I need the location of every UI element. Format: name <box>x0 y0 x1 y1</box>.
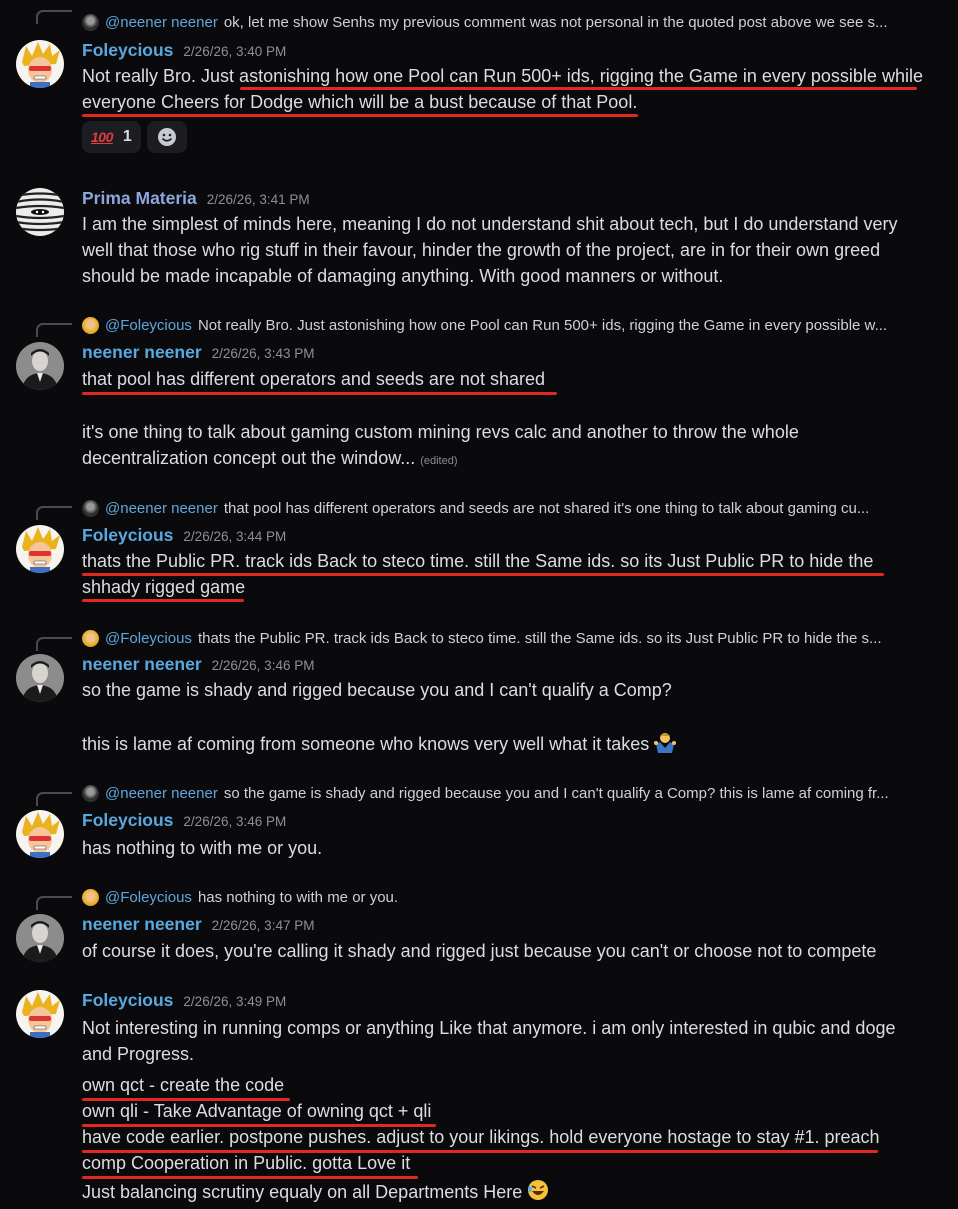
message-text: decentralization concept out the window.… <box>82 448 416 468</box>
reply-preview[interactable]: @Foleycious thats the Public PR. track i… <box>82 628 942 648</box>
author-name[interactable]: Foleycious <box>82 525 173 546</box>
message-line: it's one thing to talk about gaming cust… <box>82 422 799 442</box>
message-line: shhady rigged game <box>82 577 246 597</box>
author-name[interactable]: neener neener <box>82 342 202 363</box>
reply-text: ok, let me show Senhs my previous commen… <box>223 13 888 31</box>
red-underline <box>82 599 244 602</box>
reply-avatar <box>82 13 99 31</box>
author-name[interactable]: neener neener <box>82 914 202 935</box>
author-name[interactable]: neener neener <box>82 654 202 675</box>
reply-mention[interactable]: @Foleycious <box>105 317 192 334</box>
message-line: Not really Bro. Just astonishing how one… <box>82 66 923 86</box>
message-line: so the game is shady and rigged because … <box>82 680 672 700</box>
red-underline <box>82 392 557 395</box>
message-line: Not interesting in running comps or anyt… <box>82 1018 896 1038</box>
reply-connector <box>36 10 72 24</box>
avatar[interactable] <box>16 525 64 573</box>
timestamp: 2/26/26, 3:43 PM <box>211 346 315 361</box>
add-reaction-button[interactable] <box>146 121 187 153</box>
message-line: I am the simplest of minds here, meaning… <box>82 214 898 234</box>
smiley-icon <box>157 128 176 146</box>
reply-mention[interactable]: @Foleycious <box>105 630 192 647</box>
message-line: and Progress. <box>82 1044 195 1064</box>
message-header: Foleycious 2/26/26, 3:44 PM <box>82 525 286 549</box>
avatar[interactable] <box>16 990 64 1038</box>
reactions-bar: 100 1 <box>82 121 187 153</box>
message-line: have code earlier. postpone pushes. adju… <box>82 1127 880 1147</box>
reply-text: thats the Public PR. track ids Back to s… <box>197 629 882 647</box>
message-header: neener neener 2/26/26, 3:47 PM <box>82 914 314 938</box>
timestamp: 2/26/26, 3:46 PM <box>183 814 287 829</box>
message-line: this is lame af coming from someone who … <box>82 730 677 756</box>
timestamp: 2/26/26, 3:46 PM <box>211 658 315 673</box>
reply-avatar <box>82 784 99 802</box>
message-header: Foleycious 2/26/26, 3:46 PM <box>82 810 286 834</box>
message-line: well that those who rig stuff in their f… <box>82 240 881 260</box>
timestamp: 2/26/26, 3:40 PM <box>183 44 287 59</box>
author-name[interactable]: Prima Materia <box>82 188 197 209</box>
message-header: Foleycious 2/26/26, 3:49 PM <box>82 990 286 1014</box>
message-header: neener neener 2/26/26, 3:43 PM <box>82 342 314 366</box>
avatar[interactable] <box>16 914 64 962</box>
reply-avatar <box>82 316 99 334</box>
reply-text: has nothing to with me or you. <box>197 888 399 906</box>
reply-mention[interactable]: @neener neener <box>105 500 218 517</box>
edited-label: (edited) <box>420 455 458 467</box>
shrug-emoji-icon <box>653 730 677 761</box>
author-name[interactable]: Foleycious <box>82 990 173 1011</box>
reply-connector <box>36 792 72 806</box>
reply-connector <box>36 896 72 910</box>
author-name[interactable]: Foleycious <box>82 40 173 61</box>
message-line: thats the Public PR. track ids Back to s… <box>82 551 874 571</box>
message-line: of course it does, you're calling it sha… <box>82 941 877 961</box>
message-line: everyone Cheers for Dodge which will be … <box>82 92 638 112</box>
reply-connector <box>36 323 72 337</box>
message-line: has nothing to with me or you. <box>82 838 323 858</box>
reply-avatar <box>82 499 99 517</box>
message-line: own qli - Take Advantage of owning qct +… <box>82 1101 432 1121</box>
message-line: should be made incapable of damaging any… <box>82 266 724 286</box>
reply-preview[interactable]: @neener neener so the game is shady and … <box>82 783 942 803</box>
reply-mention[interactable]: @Foleycious <box>105 889 192 906</box>
message-line: own qct - create the code <box>82 1075 285 1095</box>
reply-preview[interactable]: @neener neener that pool has different o… <box>82 498 942 518</box>
laughing-emoji-icon <box>526 1178 550 1209</box>
message-header: neener neener 2/26/26, 3:46 PM <box>82 654 314 678</box>
author-name[interactable]: Foleycious <box>82 810 173 831</box>
message-line: Just balancing scrutiny equaly on all De… <box>82 1178 550 1204</box>
reply-avatar <box>82 629 99 647</box>
message-text: this is lame af coming from someone who … <box>82 734 650 754</box>
reply-mention[interactable]: @neener neener <box>105 785 218 802</box>
reply-avatar <box>82 888 99 906</box>
reply-connector <box>36 637 72 651</box>
avatar[interactable] <box>16 188 64 236</box>
reaction-count: 1 <box>122 128 132 145</box>
timestamp: 2/26/26, 3:41 PM <box>206 192 310 207</box>
reply-preview[interactable]: @Foleycious has nothing to with me or yo… <box>82 887 942 907</box>
reply-preview[interactable]: @neener neener ok, let me show Senhs my … <box>82 12 942 32</box>
avatar[interactable] <box>16 40 64 88</box>
reply-mention[interactable]: @neener neener <box>105 14 218 31</box>
message-header: Foleycious 2/26/26, 3:40 PM <box>82 40 286 64</box>
reply-preview[interactable]: @Foleycious Not really Bro. Just astonis… <box>82 315 942 335</box>
reply-connector <box>36 506 72 520</box>
reply-text: so the game is shady and rigged because … <box>223 784 889 802</box>
reply-text: Not really Bro. Just astonishing how one… <box>197 316 888 334</box>
reply-text: that pool has different operators and se… <box>223 499 870 517</box>
message-header: Prima Materia 2/26/26, 3:41 PM <box>82 188 310 212</box>
message-text: Just balancing scrutiny equaly on all De… <box>82 1182 523 1202</box>
timestamp: 2/26/26, 3:49 PM <box>183 994 287 1009</box>
message-line: decentralization concept out the window.… <box>82 445 458 471</box>
message-line: comp Cooperation in Public. gotta Love i… <box>82 1153 411 1173</box>
avatar[interactable] <box>16 342 64 390</box>
reaction-100[interactable]: 100 1 <box>82 121 141 153</box>
message-line: that pool has different operators and se… <box>82 369 545 389</box>
hundred-points-icon: 100 <box>91 129 113 145</box>
avatar[interactable] <box>16 654 64 702</box>
avatar[interactable] <box>16 810 64 858</box>
red-underline <box>82 114 638 117</box>
timestamp: 2/26/26, 3:47 PM <box>211 918 315 933</box>
timestamp: 2/26/26, 3:44 PM <box>183 529 287 544</box>
